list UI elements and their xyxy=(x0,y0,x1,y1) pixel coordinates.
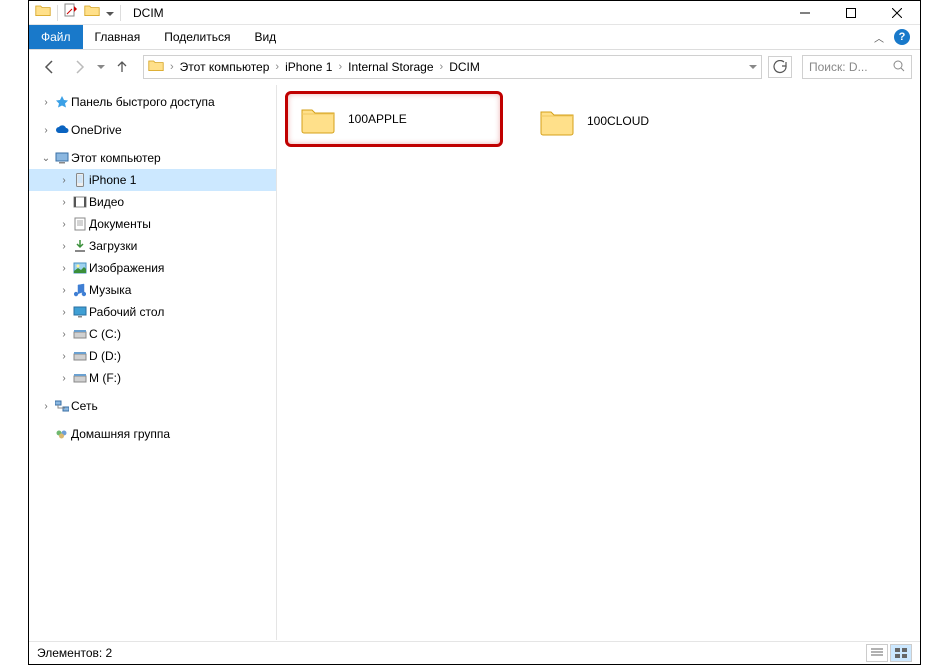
cloud-icon xyxy=(53,125,71,135)
address-bar[interactable]: › Этот компьютер› iPhone 1› Internal Sto… xyxy=(143,55,762,79)
drive-icon xyxy=(71,351,89,361)
network-icon xyxy=(53,400,71,412)
tree-this-pc[interactable]: ⌄ Этот компьютер xyxy=(29,147,276,169)
address-dropdown[interactable] xyxy=(749,65,757,69)
window-title: DCIM xyxy=(127,6,164,20)
explorer-window: DCIM Файл Главная Поделиться Вид ︿ ? › Э… xyxy=(28,0,921,665)
crumb-this-pc[interactable]: Этот компьютер› xyxy=(180,60,285,74)
search-placeholder: Поиск: D... xyxy=(809,60,868,74)
crumb-iphone1[interactable]: iPhone 1› xyxy=(285,60,348,74)
nav-forward-button[interactable] xyxy=(67,54,93,80)
tree-drive-m[interactable]: › M (F:) xyxy=(29,367,276,389)
downloads-icon xyxy=(71,239,89,253)
ribbon-tab-file[interactable]: Файл xyxy=(29,25,83,49)
view-details-button[interactable] xyxy=(866,644,888,662)
pc-icon xyxy=(53,152,71,164)
crumb-dcim[interactable]: DCIM xyxy=(449,60,480,74)
tree-onedrive[interactable]: › OneDrive xyxy=(29,119,276,141)
star-icon xyxy=(53,95,71,109)
tree-desktop[interactable]: › Рабочий стол xyxy=(29,301,276,323)
navigation-bar: › Этот компьютер› iPhone 1› Internal Sto… xyxy=(29,50,920,84)
docs-icon xyxy=(71,217,89,231)
desktop-icon xyxy=(71,306,89,318)
title-folder-icon xyxy=(35,3,51,22)
folder-icon xyxy=(298,99,338,139)
folder-label: 100APPLE xyxy=(338,112,407,126)
search-input[interactable]: Поиск: D... xyxy=(802,55,912,79)
separator xyxy=(57,5,58,21)
tree-documents[interactable]: › Документы xyxy=(29,213,276,235)
tree-iphone1[interactable]: › iPhone 1 xyxy=(29,169,276,191)
view-large-icons-button[interactable] xyxy=(890,644,912,662)
tree-drive-c[interactable]: › C (C:) xyxy=(29,323,276,345)
tree-pictures[interactable]: › Изображения xyxy=(29,257,276,279)
doc-prop-icon[interactable] xyxy=(64,3,78,22)
file-list-area[interactable]: 100APPLE 100CLOUD xyxy=(277,85,920,640)
tree-video[interactable]: › Видео xyxy=(29,191,276,213)
title-bar: DCIM xyxy=(29,1,920,25)
ribbon-tab-view[interactable]: Вид xyxy=(242,25,288,49)
nav-history-dropdown[interactable] xyxy=(97,65,105,69)
folder-100apple[interactable]: 100APPLE xyxy=(285,91,503,147)
minimize-button[interactable] xyxy=(782,1,828,25)
folder-icon xyxy=(537,101,577,141)
tree-network[interactable]: › Сеть xyxy=(29,395,276,417)
tree-drive-d[interactable]: › D (D:) xyxy=(29,345,276,367)
qa-customize-icon[interactable] xyxy=(106,12,114,16)
tree-homegroup[interactable]: Домашняя группа xyxy=(29,423,276,445)
music-icon xyxy=(71,283,89,297)
ribbon: Файл Главная Поделиться Вид ︿ ? xyxy=(29,25,920,50)
nav-up-button[interactable] xyxy=(109,54,135,80)
nav-back-button[interactable] xyxy=(37,54,63,80)
folder-label: 100CLOUD xyxy=(577,114,649,128)
maximize-button[interactable] xyxy=(828,1,874,25)
folder-100cloud[interactable]: 100CLOUD xyxy=(537,101,737,141)
homegroup-icon xyxy=(53,428,71,440)
status-text: Элементов: 2 xyxy=(37,646,112,660)
close-button[interactable] xyxy=(874,1,920,25)
pictures-icon xyxy=(71,262,89,274)
address-folder-icon xyxy=(148,58,164,77)
tree-downloads[interactable]: › Загрузки xyxy=(29,235,276,257)
video-icon xyxy=(71,196,89,208)
help-button[interactable]: ? xyxy=(894,29,910,45)
separator xyxy=(120,5,121,21)
ribbon-tab-home[interactable]: Главная xyxy=(83,25,153,49)
tree-quick-access[interactable]: › Панель быстрого доступа xyxy=(29,91,276,113)
search-icon xyxy=(893,60,905,75)
refresh-button[interactable] xyxy=(768,56,792,78)
drive-icon xyxy=(71,329,89,339)
phone-icon xyxy=(71,173,89,187)
status-bar: Элементов: 2 xyxy=(29,641,920,664)
crumb-internal-storage[interactable]: Internal Storage› xyxy=(348,60,449,74)
tree-music[interactable]: › Музыка xyxy=(29,279,276,301)
drive-icon xyxy=(71,373,89,383)
nav-tree: › Панель быстрого доступа › OneDrive ⌄ Э… xyxy=(29,85,277,640)
ribbon-tab-share[interactable]: Поделиться xyxy=(152,25,242,49)
qa-folder-icon[interactable] xyxy=(84,3,100,22)
ribbon-collapse-button[interactable]: ︿ xyxy=(874,30,884,45)
